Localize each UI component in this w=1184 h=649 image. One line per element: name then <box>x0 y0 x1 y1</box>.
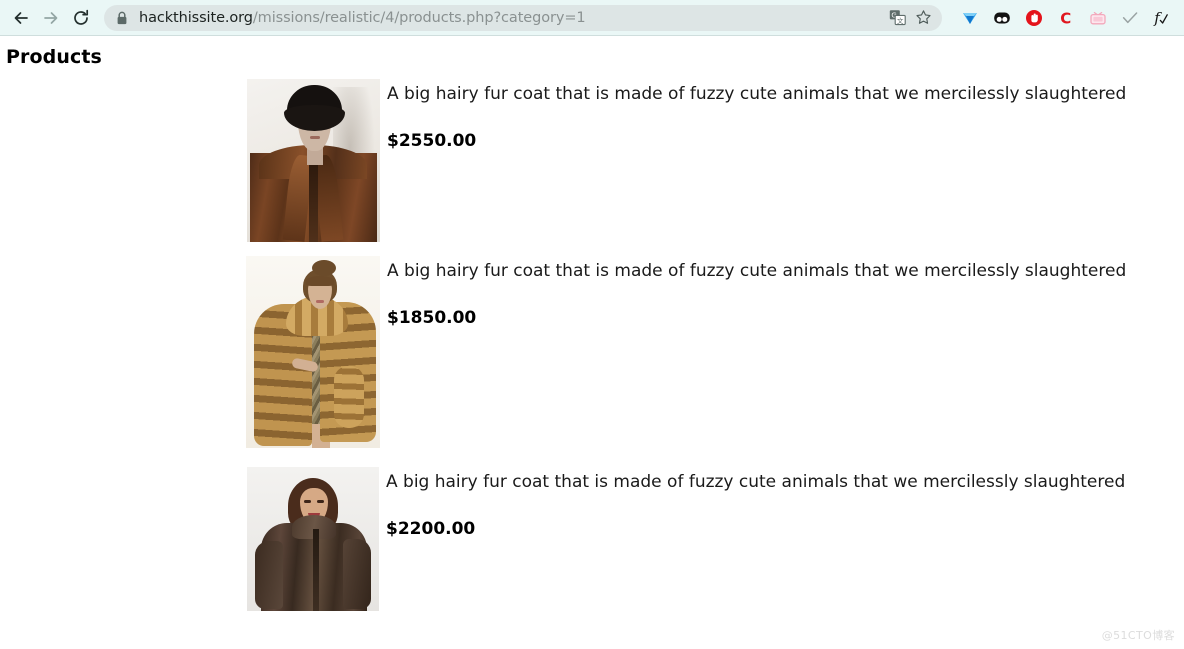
product-info: A big hairy fur coat that is made of fuz… <box>379 467 1184 539</box>
product-price: $2550.00 <box>387 131 477 151</box>
forward-button[interactable] <box>36 3 66 33</box>
fur-jacket-woman-photo[interactable] <box>247 467 379 611</box>
formula-extension-icon[interactable]: f <box>1146 3 1178 33</box>
address-bar[interactable]: hackthissite.org/missions/realistic/4/pr… <box>104 4 942 31</box>
product-price: $2200.00 <box>386 519 476 539</box>
browser-toolbar: hackthissite.org/missions/realistic/4/pr… <box>0 0 1184 36</box>
page-content: Products A big hairy fur coat that is ma… <box>0 37 1184 649</box>
product-info: A big hairy fur coat that is made of fuz… <box>380 256 1184 328</box>
pink-tv-extension-icon[interactable] <box>1082 3 1114 33</box>
url-path: /missions/realistic/4/products.php?categ… <box>252 9 586 26</box>
product-description: A big hairy fur coat that is made of fuz… <box>386 472 1126 492</box>
page-title: Products <box>6 46 102 68</box>
back-button[interactable] <box>6 3 36 33</box>
product-description: A big hairy fur coat that is made of fuz… <box>387 261 1127 281</box>
product-row: A big hairy fur coat that is made of fuz… <box>0 79 1184 242</box>
reload-button[interactable] <box>66 3 96 33</box>
fur-coat-model-gold-photo[interactable] <box>246 256 380 448</box>
lock-icon[interactable] <box>114 10 130 26</box>
product-price: $1850.00 <box>387 308 477 328</box>
translate-icon[interactable]: G 文 <box>884 6 910 30</box>
fur-coat-mannequin-photo[interactable] <box>247 79 380 242</box>
svg-text:C: C <box>1060 9 1071 27</box>
diamond-extension-icon[interactable] <box>954 3 986 33</box>
svg-text:f: f <box>1153 9 1162 27</box>
url-domain: hackthissite.org <box>139 9 253 26</box>
letter-c-extension-icon[interactable]: C <box>1050 3 1082 33</box>
product-row: A big hairy fur coat that is made of fuz… <box>0 467 1184 611</box>
product-description: A big hairy fur coat that is made of fuz… <box>387 84 1127 104</box>
watermark: @51CTO博客 <box>1101 629 1175 642</box>
product-list: A big hairy fur coat that is made of fuz… <box>0 79 1184 611</box>
checkmark-extension-icon[interactable] <box>1114 3 1146 33</box>
product-info: A big hairy fur coat that is made of fuz… <box>380 79 1184 151</box>
url-text: hackthissite.org/missions/realistic/4/pr… <box>139 5 884 31</box>
panda-extension-icon[interactable] <box>986 3 1018 33</box>
extension-toolbar: C f <box>948 3 1178 33</box>
opera-vpn-extension-icon[interactable] <box>1018 3 1050 33</box>
svg-text:文: 文 <box>897 16 904 25</box>
product-row: A big hairy fur coat that is made of fuz… <box>0 256 1184 448</box>
bookmark-star-icon[interactable] <box>910 6 936 30</box>
